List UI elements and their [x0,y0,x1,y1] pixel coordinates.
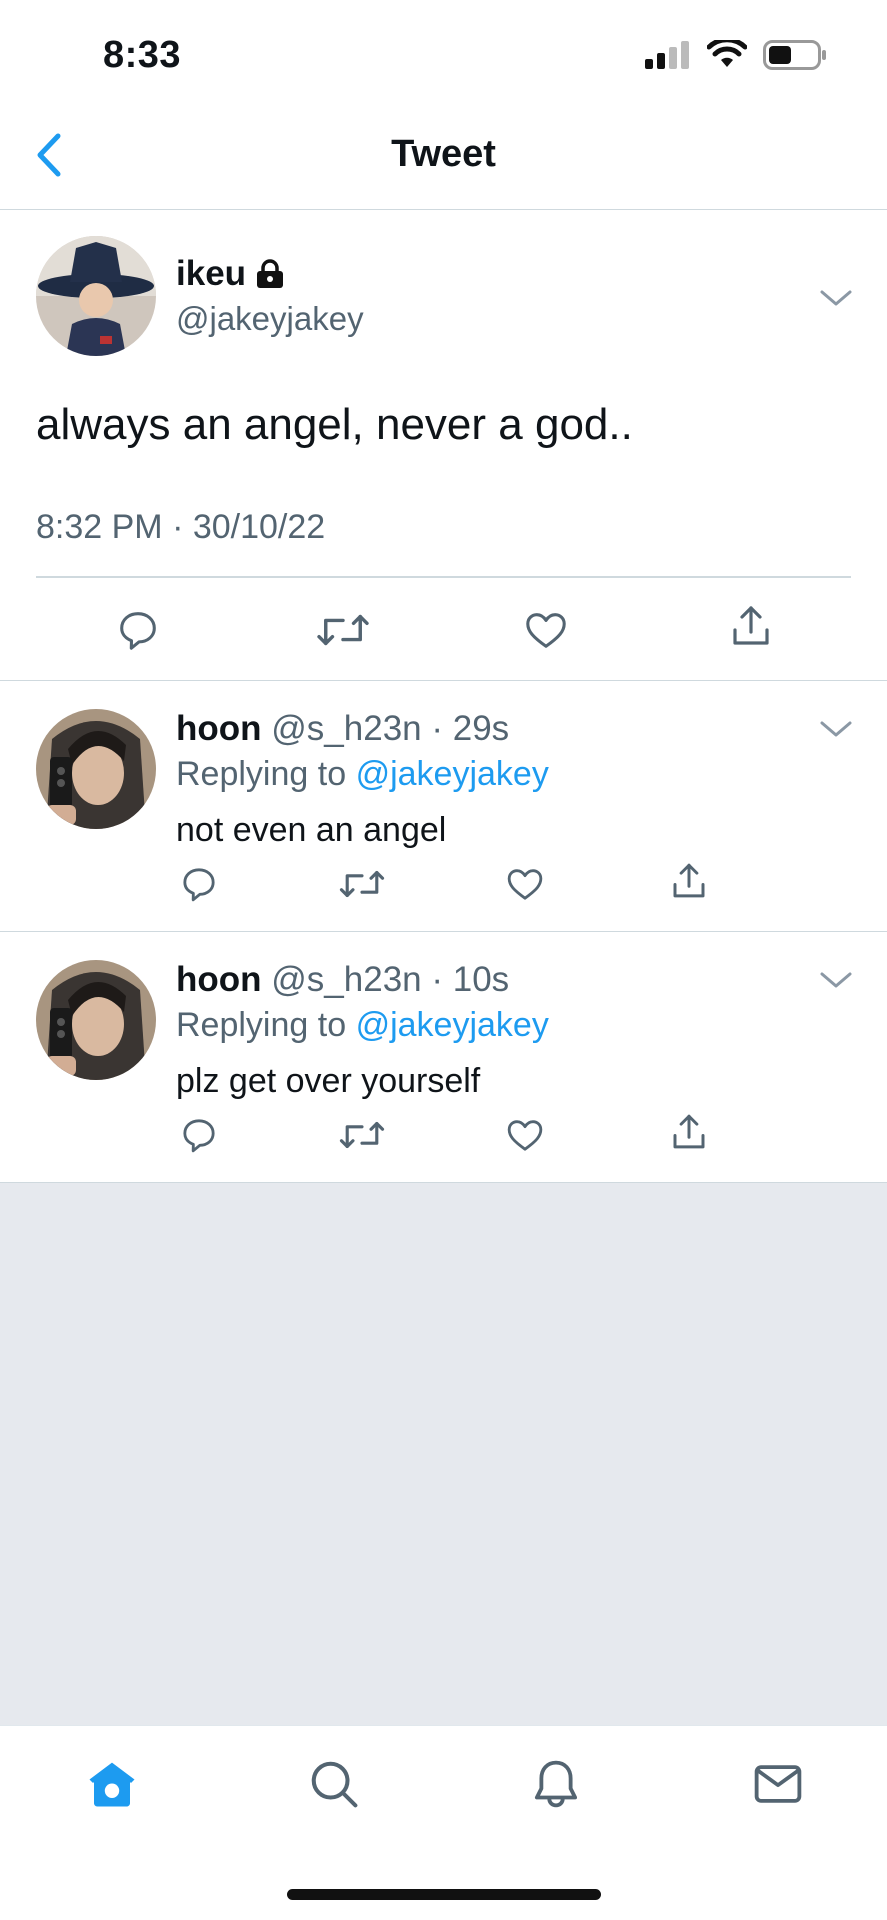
reply-tweet[interactable]: hoon @s_h23n · 29s Replying to @jakeyjak… [0,681,887,932]
reply-header: hoon @s_h23n · 29s [176,709,509,749]
signal-icon [645,41,689,69]
replying-to: Replying to @jakeyjakey [176,1006,549,1045]
retweet-icon [317,614,369,646]
reply-icon [183,868,215,902]
share-button[interactable] [725,596,777,656]
mention-link[interactable]: @jakeyjakey [356,1006,549,1044]
share-button[interactable] [666,1107,712,1157]
author-name: hoon [176,960,262,999]
like-icon [526,613,566,648]
notifications-icon [534,1760,578,1808]
tab-home[interactable] [82,1754,142,1814]
mention-link[interactable]: @jakeyjakey [356,755,549,793]
tab-notifications[interactable] [526,1754,586,1814]
status-time: 8:33 [103,34,182,76]
tweet-text: not even an angel [176,811,447,849]
reply-icon [183,1119,215,1153]
share-icon [673,1114,705,1149]
reply-button[interactable] [113,600,163,660]
replying-to-label: Replying to [176,1006,347,1044]
lock-icon [257,259,284,288]
chevron-down-icon [820,721,852,737]
reply-button[interactable] [176,1110,222,1160]
home-icon [89,1762,135,1807]
tweet-menu-button[interactable] [818,286,854,310]
home-indicator [287,1889,601,1900]
share-button[interactable] [666,856,712,906]
tweet-text: plz get over yourself [176,1062,481,1100]
divider [36,576,851,578]
retweet-icon [339,1121,385,1149]
avatar-image [36,960,156,1080]
reply-button[interactable] [176,859,222,909]
empty-timeline-area [0,1183,887,1725]
reply-icon [120,612,156,650]
tweet-timestamp: 8:32 PM · 30/10/22 [36,508,326,546]
tweet-actions [0,600,887,660]
like-icon [507,1120,543,1151]
reply-time: · 10s [431,960,510,999]
retweet-icon [339,870,385,898]
like-button[interactable] [502,859,548,909]
tweet-text: always an angel, never a god.. [36,400,633,449]
status-icons [645,40,827,70]
tweet-menu-button[interactable] [818,968,854,997]
tweet-actions [0,859,887,909]
author-name: hoon [176,709,262,748]
author-name: ikeu [176,254,247,293]
replying-to-label: Replying to [176,755,347,793]
avatar-image [36,709,156,829]
reply-header: hoon @s_h23n · 10s [176,960,509,1000]
avatar[interactable] [36,236,156,356]
retweet-button[interactable] [336,1110,388,1160]
author-handle: @jakeyjakey [176,300,364,337]
like-icon [507,869,543,900]
retweet-button[interactable] [336,859,388,909]
like-button[interactable] [502,1110,548,1160]
messages-icon [754,1765,802,1803]
retweet-button[interactable] [313,600,373,660]
reply-time: · 29s [431,709,510,748]
tweet-menu-button[interactable] [818,717,854,746]
wifi-icon [707,40,747,67]
like-button[interactable] [520,600,572,660]
replying-to: Replying to @jakeyjakey [176,755,549,794]
author-handle: @s_h23n [271,960,422,999]
author-name-row: ikeu [176,254,284,294]
tab-search[interactable] [304,1754,364,1814]
reply-tweet[interactable]: hoon @s_h23n · 10s Replying to @jakeyjak… [0,932,887,1183]
tab-messages[interactable] [748,1754,808,1814]
search-icon [311,1761,358,1808]
share-icon [673,863,705,898]
avatar-image [36,236,156,356]
page-title: Tweet [391,133,496,175]
share-icon [733,606,769,645]
avatar[interactable] [36,709,156,829]
battery-icon [763,40,826,70]
author-handle: @s_h23n [271,709,422,748]
chevron-down-icon [820,290,852,306]
chevron-down-icon [820,972,852,988]
avatar[interactable] [36,960,156,1080]
tweet-actions [0,1110,887,1160]
